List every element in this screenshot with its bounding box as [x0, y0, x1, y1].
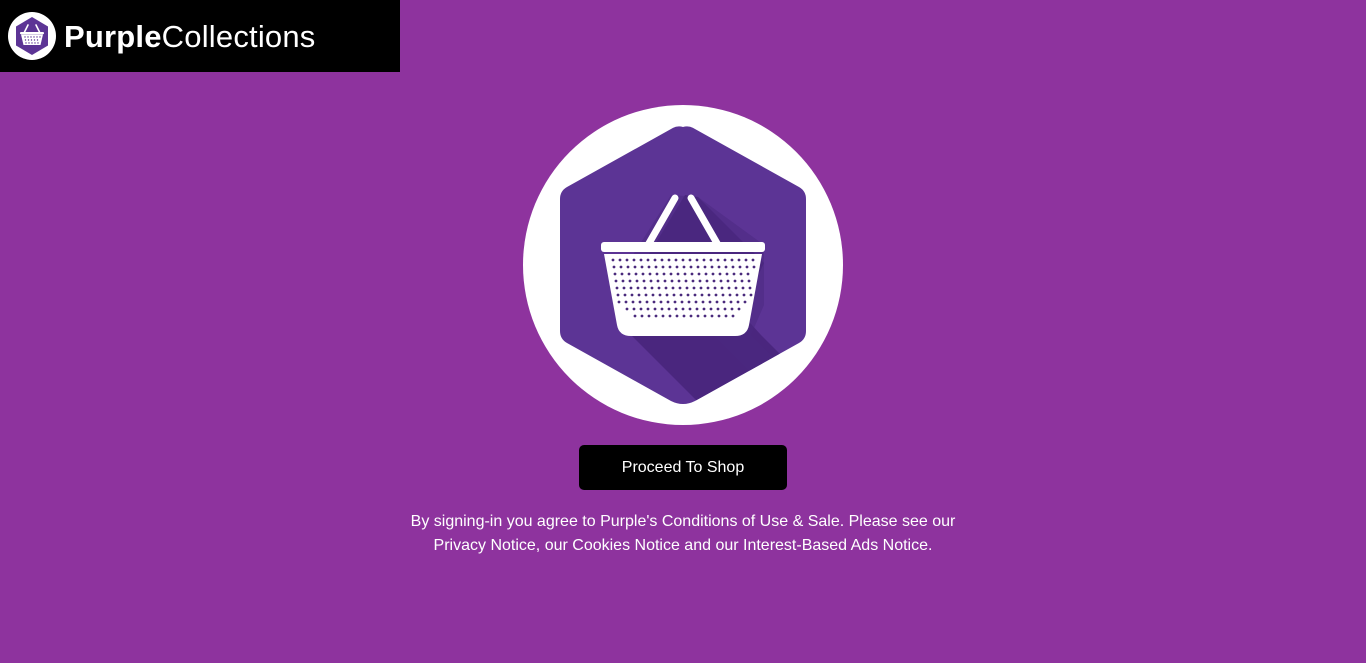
legal-notice: By signing-in you agree to Purple's Cond…: [333, 510, 1033, 558]
proceed-to-shop-button[interactable]: Proceed To Shop: [579, 445, 787, 490]
brand-name[interactable]: PurpleCollections: [64, 21, 316, 52]
legal-notice-line-1: By signing-in you agree to Purple's Cond…: [410, 513, 956, 530]
legal-notice-line-2: Privacy Notice, our Cookies Notice and o…: [433, 537, 933, 554]
brand-logo-icon[interactable]: [7, 11, 57, 61]
brand-name-bold: Purple: [64, 18, 162, 54]
brand-header: PurpleCollections: [0, 0, 400, 72]
brand-name-light: Collections: [161, 18, 316, 54]
shopping-basket-hexagon-icon: [523, 105, 843, 425]
